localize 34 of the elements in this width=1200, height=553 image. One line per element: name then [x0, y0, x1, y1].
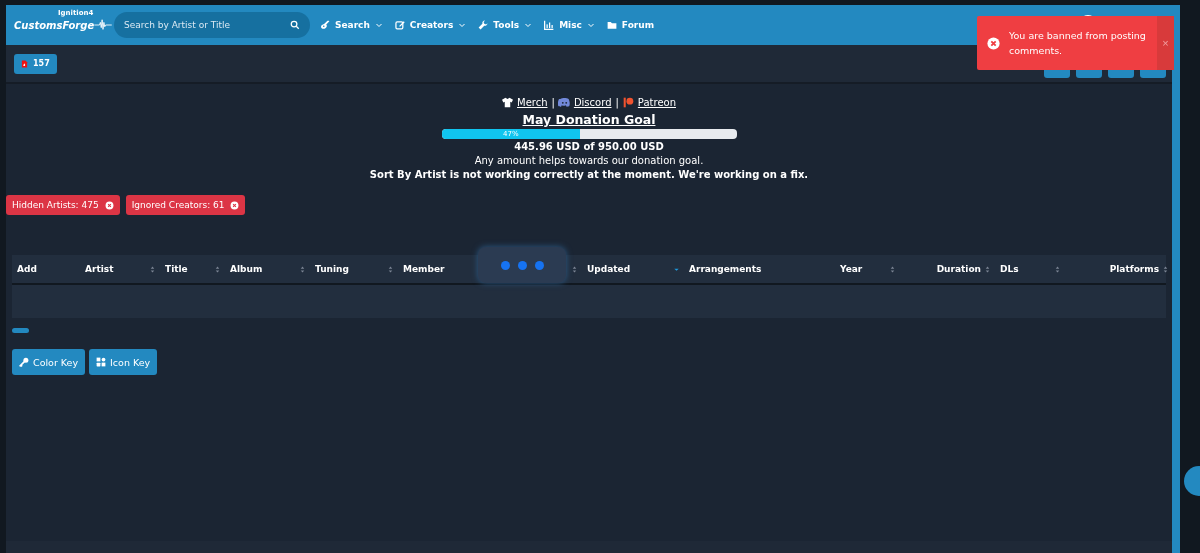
link[interactable]: Discord [573, 97, 612, 108]
column-header[interactable]: Arrangements [684, 255, 835, 283]
menu-item[interactable]: Creators [394, 20, 467, 30]
column-header[interactable]: Title [160, 255, 225, 283]
column-header[interactable]: DLs [995, 255, 1065, 283]
separator: | [615, 97, 619, 108]
column-header[interactable]: Artist [80, 255, 160, 283]
count-button[interactable]: 157 [14, 53, 57, 74]
search-field[interactable]: Search by Artist or Title [114, 12, 310, 38]
column-header[interactable]: Platforms [1065, 255, 1173, 283]
menu-item[interactable]: Tools [478, 20, 533, 30]
menu-item[interactable]: Misc [544, 20, 595, 30]
column-header[interactable]: Member [398, 255, 582, 283]
notice-text: Sort By Artist is not working correctly at the moment. We're working on a fix. [369, 169, 809, 180]
column-header[interactable]: Duration [900, 255, 995, 283]
donation-amount: 445.96 USD of 950.00 USD [514, 141, 664, 152]
column-header[interactable]: Add [12, 255, 80, 283]
filter-tag[interactable]: Hidden Artists: 475 [6, 195, 120, 215]
separator: | [551, 97, 555, 108]
menu-item[interactable]: Search [320, 20, 383, 30]
donation-note: Any amount helps towards our donation goal. [474, 155, 704, 166]
link[interactable]: Patreon [637, 97, 676, 108]
logo-text[interactable]: CustomsForge [14, 19, 95, 31]
filter-tag[interactable]: Ignored Creators: 61 [125, 195, 246, 215]
column-header[interactable]: Tuning [310, 255, 398, 283]
key-button[interactable]: Color Key [12, 349, 86, 375]
link[interactable]: Merch [517, 97, 548, 108]
column-header[interactable]: Updated [582, 255, 684, 283]
key-button[interactable]: Icon Key [89, 349, 158, 375]
column-header[interactable]: Album [225, 255, 310, 283]
donation-goal-link[interactable]: May Donation Goal [522, 112, 656, 127]
toast-message: You are banned from posting comments. [1009, 29, 1147, 58]
menu-item[interactable]: Forum [606, 20, 655, 30]
column-header[interactable]: Year [835, 255, 900, 283]
